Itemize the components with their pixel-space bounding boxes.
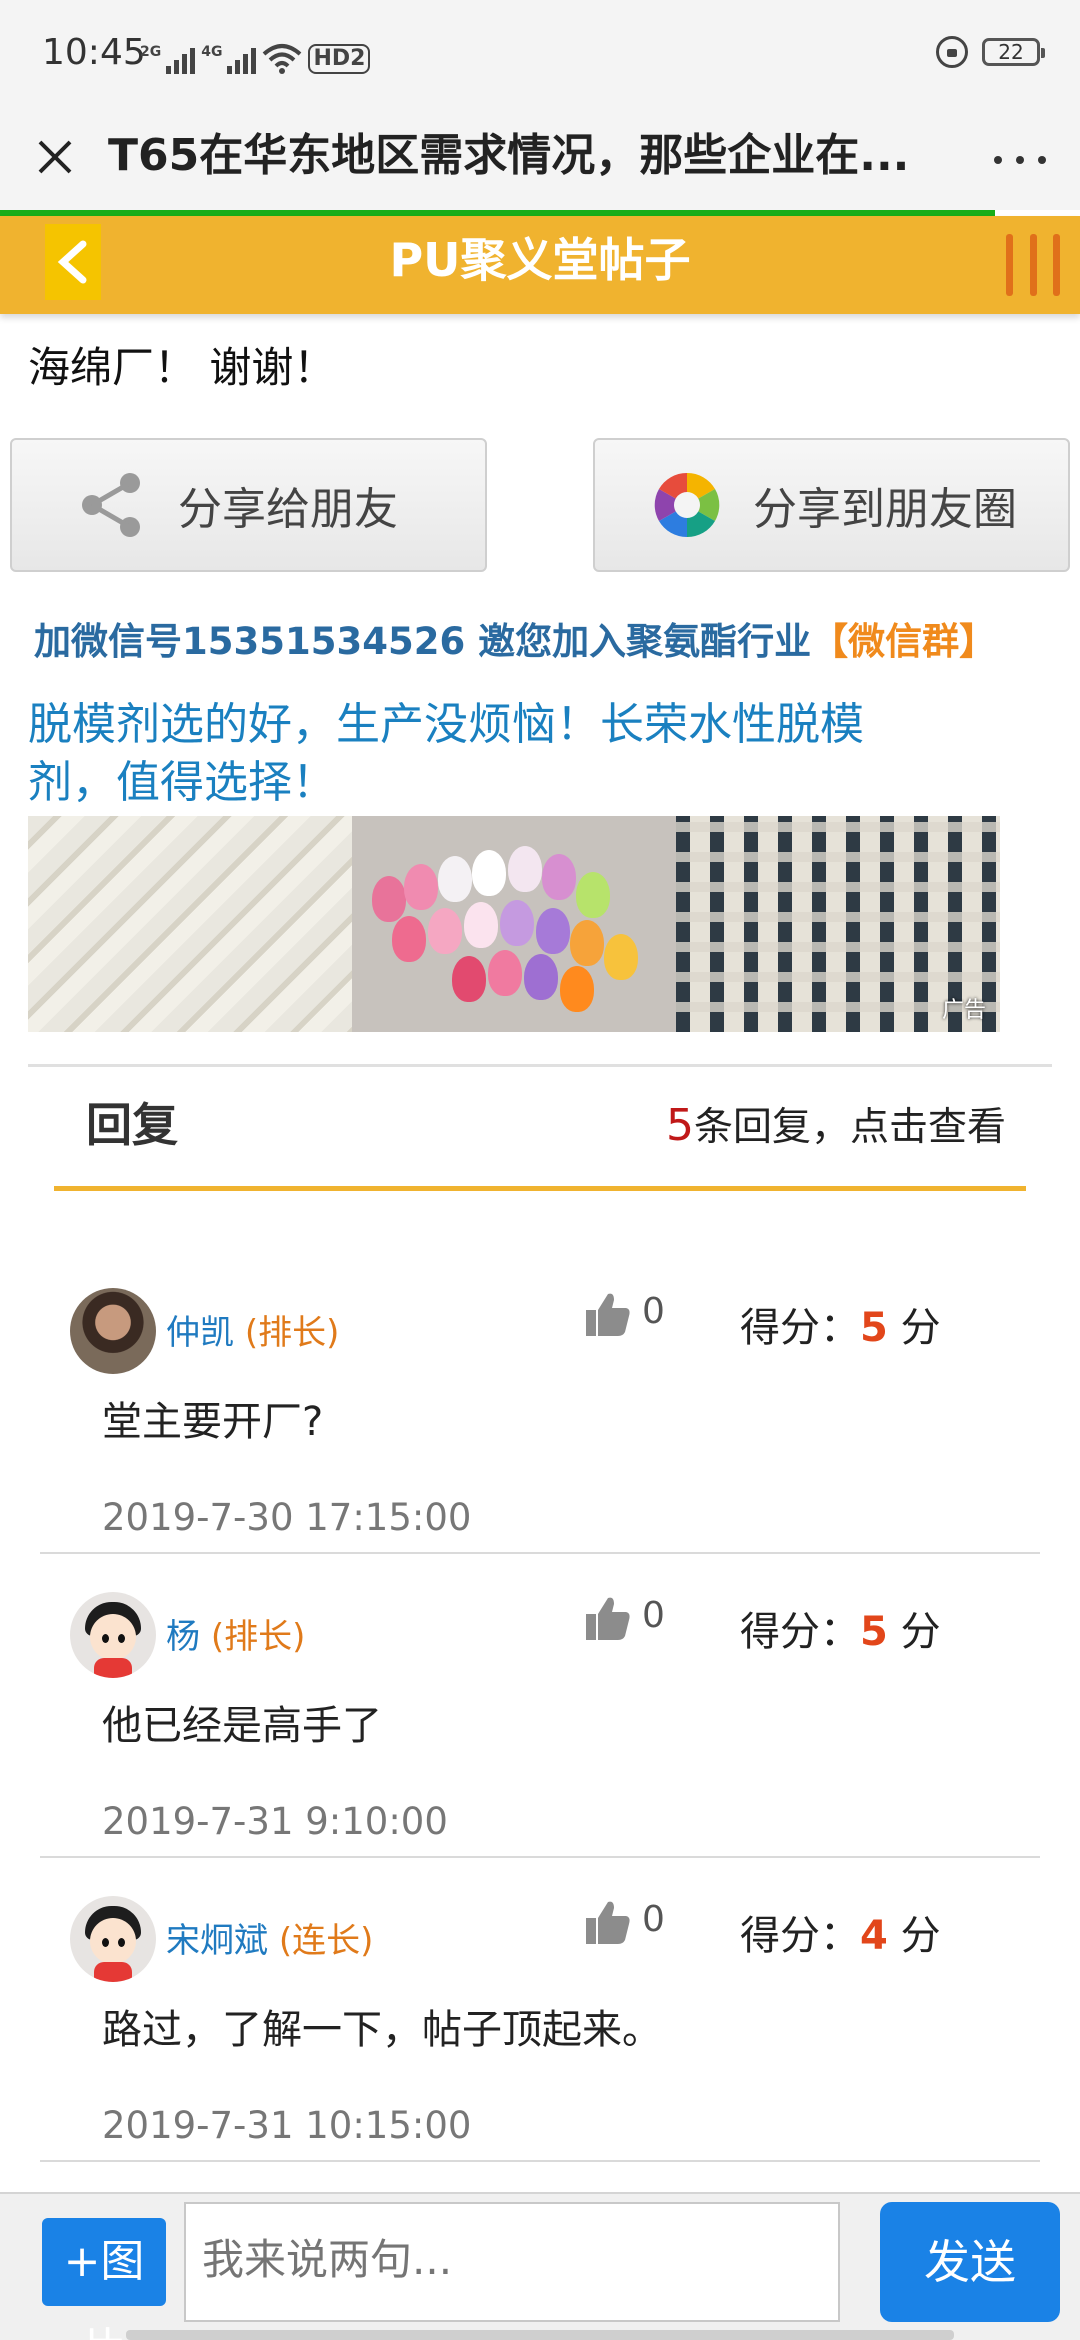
ad-text-link[interactable]: 脱模剂选的好，生产没烦恼！长荣水性脱模剂，值得选择！ <box>28 696 948 812</box>
replies-heading: 回复 <box>86 1098 178 1152</box>
wechat-invite-link[interactable]: 加微信号15351534526 邀您加入聚氨酯行业【微信群】 <box>34 614 996 670</box>
status-right: 22 <box>936 36 1045 68</box>
reply-divider <box>40 1856 1040 1858</box>
reply-count: 5 <box>665 1100 694 1151</box>
like-count: 0 <box>642 1595 665 1636</box>
page-title: T65在华东地区需求情况，那些企业在... <box>108 130 910 181</box>
send-button[interactable]: 发送 <box>880 2202 1060 2322</box>
ad-image-molds <box>28 816 352 1032</box>
more-options-button[interactable] <box>990 130 1050 190</box>
user-rank: (连长) <box>278 1921 374 1961</box>
reply-time: 2019-7-31 9:10:00 <box>102 1800 448 1843</box>
ad-image-products: 广告 <box>676 816 1000 1032</box>
reply-score: 得分：5 分 <box>740 1305 941 1351</box>
reply-count-suffix: 条回复，点击查看 <box>693 1105 1006 1150</box>
menu-button[interactable] <box>1006 234 1060 296</box>
thumbs-up-icon <box>586 1293 630 1336</box>
wechat-group-label: 【微信群】 <box>811 620 997 663</box>
comment-input[interactable] <box>184 2202 840 2322</box>
signal-4g-icon: 4G <box>201 44 257 74</box>
status-icons: 2G 4G HD2 <box>140 34 371 74</box>
like-button[interactable]: 0 <box>584 1290 665 1338</box>
share-icon <box>82 473 140 537</box>
user-rank: (排长) <box>210 1617 306 1657</box>
post-content: 海绵厂！ 谢谢！ <box>28 343 336 392</box>
reply-item: 宋炯斌 (连长) 0 得分：4 分 路过，了解一下，帖子顶起来。 2019-7-… <box>0 1896 1080 2200</box>
signal-2g-icon: 2G <box>140 44 196 74</box>
like-button[interactable]: 0 <box>584 1898 665 1946</box>
ad-banner[interactable]: 广告 <box>28 816 1002 1032</box>
reply-username[interactable]: 仲凯 (排长) <box>166 1308 339 1358</box>
avatar[interactable] <box>70 1288 156 1374</box>
avatar[interactable] <box>70 1896 156 1982</box>
reply-score: 得分：5 分 <box>740 1609 941 1655</box>
reply-text: 路过，了解一下，帖子顶起来。 <box>102 2007 662 2053</box>
forum-title: PU聚义堂帖子 <box>389 233 691 287</box>
ad-badge: 广告 <box>941 998 986 1023</box>
reply-item: 仲凯 (排长) 0 得分：5 分 堂主要开厂? 2019-7-30 17:15:… <box>0 1288 1080 1592</box>
close-icon[interactable] <box>30 132 80 182</box>
thumbs-up-icon <box>586 1901 630 1944</box>
like-count: 0 <box>642 1291 665 1332</box>
score-value: 5 <box>860 1609 888 1655</box>
section-divider <box>28 1064 1052 1067</box>
reply-item: 杨 (排长) 0 得分：5 分 他已经是高手了 2019-7-31 9:10:0… <box>0 1592 1080 1896</box>
ad-image-flowers <box>352 816 676 1032</box>
share-to-moments-label: 分享到朋友圈 <box>753 484 1017 535</box>
reply-score: 得分：4 分 <box>740 1913 941 1959</box>
status-bar: 10:45 2G 4G HD2 22 <box>0 0 1080 110</box>
avatar[interactable] <box>70 1592 156 1678</box>
share-to-friend-label: 分享给朋友 <box>178 484 398 535</box>
rotation-lock-icon <box>936 36 968 68</box>
hd-icon: HD2 <box>308 44 371 74</box>
reply-time: 2019-7-31 10:15:00 <box>102 2104 472 2147</box>
user-rank: (排长) <box>244 1313 340 1353</box>
wifi-icon <box>263 44 302 74</box>
add-image-button[interactable]: +图片 <box>42 2218 166 2340</box>
reply-time: 2019-7-30 17:15:00 <box>102 1496 472 1539</box>
share-to-friend-button[interactable]: 分享给朋友 <box>10 438 487 572</box>
score-value: 4 <box>860 1913 888 1959</box>
battery-icon: 22 <box>982 38 1045 66</box>
reply-text: 他已经是高手了 <box>102 1703 382 1749</box>
thumbs-up-icon <box>586 1597 630 1640</box>
replies-underline <box>54 1186 1026 1191</box>
wechat-invite-text: 加微信号15351534526 邀您加入聚氨酯行业 <box>34 620 812 663</box>
reply-text: 堂主要开厂? <box>102 1399 324 1445</box>
forum-header: PU聚义堂帖子 <box>0 216 1080 314</box>
share-to-moments-button[interactable]: 分享到朋友圈 <box>593 438 1070 572</box>
reply-divider <box>40 1552 1040 1554</box>
browser-bar: T65在华东地区需求情况，那些企业在... <box>0 110 1080 210</box>
reply-username[interactable]: 宋炯斌 (连长) <box>166 1916 373 1966</box>
reply-divider <box>40 2160 1040 2162</box>
score-value: 5 <box>860 1305 888 1351</box>
view-replies-link[interactable]: 5条回复，点击查看 <box>666 1098 1006 1156</box>
home-indicator <box>126 2330 954 2340</box>
like-count: 0 <box>642 1899 665 1940</box>
moments-icon <box>654 472 720 538</box>
status-time: 10:45 <box>42 32 146 73</box>
like-button[interactable]: 0 <box>584 1594 665 1642</box>
reply-username[interactable]: 杨 (排长) <box>166 1612 305 1662</box>
